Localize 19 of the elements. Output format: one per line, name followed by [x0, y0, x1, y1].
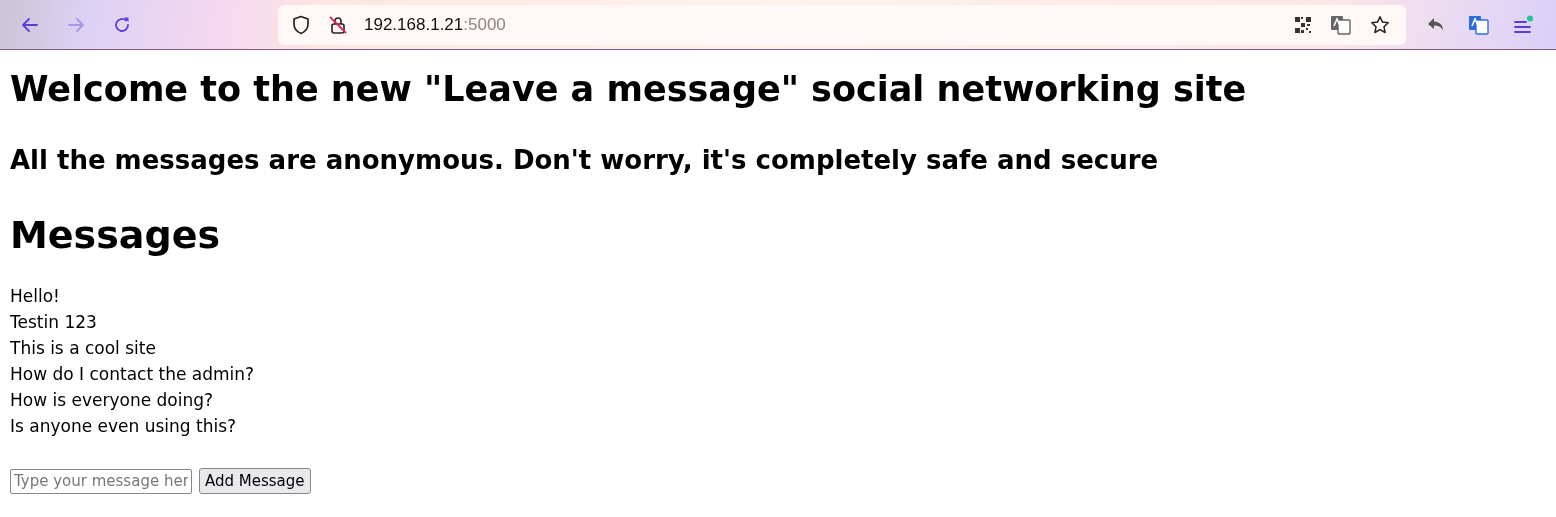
add-message-button[interactable]: Add Message — [199, 468, 311, 494]
messages-heading: Messages — [10, 212, 222, 259]
page-subtitle: All the messages are anonymous. Don't worry, it's completely safe and secure — [10, 144, 1160, 177]
message-text: How is everyone doing? — [10, 389, 215, 412]
message-input[interactable]: Type your message her — [10, 468, 192, 494]
message-text: Hello! — [10, 285, 61, 308]
url-host-text: 192.168.1.21 — [364, 14, 464, 35]
qr-code-icon[interactable] — [1294, 15, 1312, 34]
message-text: This is a cool site — [10, 337, 157, 360]
url-port-text: :5000 — [463, 14, 506, 35]
menu-icon[interactable] — [1512, 14, 1534, 35]
message-text: Testin 123 — [10, 311, 98, 334]
message-text: Is anyone even using this? — [10, 415, 238, 438]
address-bar[interactable]: 192.168.1.21:5000 — [278, 4, 1406, 45]
message-text: How do I contact the admin? — [10, 363, 256, 386]
insecure-lock-icon[interactable] — [328, 14, 348, 35]
page-title: Welcome to the new "Leave a message" social networking site — [10, 68, 1248, 111]
star-icon[interactable] — [1370, 14, 1390, 35]
shield-icon[interactable] — [292, 14, 310, 35]
